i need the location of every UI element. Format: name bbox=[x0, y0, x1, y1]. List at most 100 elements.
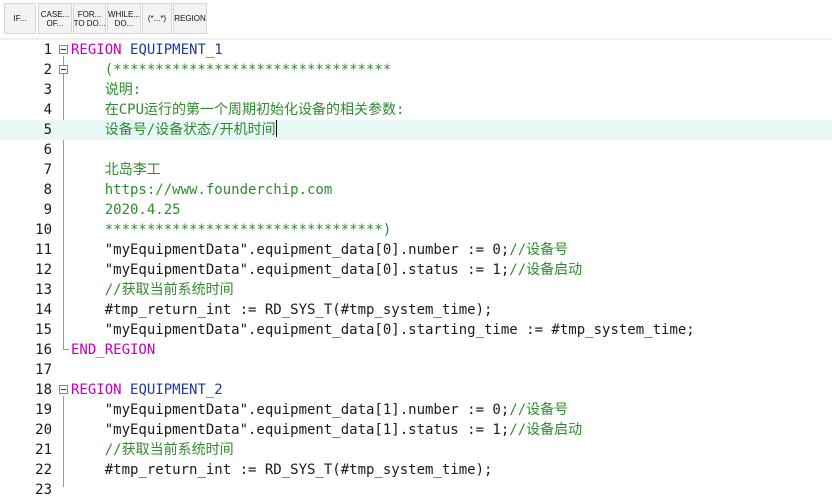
fold-collapse-icon[interactable] bbox=[59, 45, 68, 54]
code-line: 22 #tmp_return_int := RD_SYS_T(#tmp_syst… bbox=[0, 460, 832, 480]
code-text: "myEquipmentData".equipment_data[0].stat… bbox=[71, 260, 582, 280]
keyword-region: REGION bbox=[71, 382, 131, 398]
comment-text: //获取当前系统时间 bbox=[71, 282, 234, 298]
line-number: 3 bbox=[43, 82, 52, 98]
line-number: 11 bbox=[35, 242, 52, 258]
line-number: 6 bbox=[43, 142, 52, 158]
comment-text: //获取当前系统时间 bbox=[71, 442, 234, 458]
code-line: 23 bbox=[0, 480, 832, 500]
line-number: 7 bbox=[43, 162, 52, 178]
line-number: 15 bbox=[35, 322, 52, 338]
code-line: 17 bbox=[0, 360, 832, 380]
while-snippet-label-2: DO... bbox=[114, 18, 134, 28]
for-to-do-snippet-button[interactable]: FOR... TO DO... bbox=[73, 3, 106, 34]
case-snippet-label-2: OF... bbox=[46, 18, 64, 28]
line-number: 17 bbox=[35, 362, 52, 378]
code-line: 9 2020.4.25 bbox=[0, 200, 832, 220]
code-line: 2 (********************************* bbox=[0, 60, 832, 80]
code-line: 14 #tmp_return_int := RD_SYS_T(#tmp_syst… bbox=[0, 300, 832, 320]
statement-text: "myEquipmentData".equipment_data[1].stat… bbox=[71, 422, 510, 438]
code-line: 16 END_REGION bbox=[0, 340, 832, 360]
line-number: 9 bbox=[43, 202, 52, 218]
code-line: 3 说明: bbox=[0, 80, 832, 100]
code-line: 6 bbox=[0, 140, 832, 160]
comment-snippet-button[interactable]: (*...*) bbox=[142, 3, 172, 34]
inline-comment: //设备号 bbox=[509, 402, 569, 418]
code-line: 19 "myEquipmentData".equipment_data[1].n… bbox=[0, 400, 832, 420]
code-line: 4 在CPU运行的第一个周期初始化设备的相关参数: bbox=[0, 100, 832, 120]
code-line: 8 https://www.founderchip.com bbox=[0, 180, 832, 200]
statement-text: #tmp_return_int := RD_SYS_T(#tmp_system_… bbox=[71, 462, 493, 478]
line-number: 1 bbox=[43, 42, 52, 58]
code-line: 13 //获取当前系统时间 bbox=[0, 280, 832, 300]
for-snippet-label-2: TO DO... bbox=[73, 18, 106, 28]
code-line: 7 北岛李工 bbox=[0, 160, 832, 180]
inline-comment: //设备启动 bbox=[509, 262, 583, 278]
fold-collapse-icon[interactable] bbox=[59, 385, 68, 394]
code-text: "myEquipmentData".equipment_data[1].numb… bbox=[71, 400, 568, 420]
line-number: 21 bbox=[35, 442, 52, 458]
text-caret bbox=[275, 120, 277, 137]
statement-text: "myEquipmentData".equipment_data[0].stat… bbox=[71, 262, 510, 278]
case-of-snippet-button[interactable]: CASE... OF... bbox=[38, 3, 72, 34]
inline-comment: //设备启动 bbox=[509, 422, 583, 438]
comment-text: 说明: bbox=[71, 82, 142, 98]
statement-text: "myEquipmentData".equipment_data[1].numb… bbox=[71, 402, 510, 418]
line-number: 20 bbox=[35, 422, 52, 438]
comment-text: 2020.4.25 bbox=[71, 202, 181, 218]
while-snippet-label-1: WHILE... bbox=[108, 9, 141, 19]
line-number: 16 bbox=[35, 342, 52, 358]
region-snippet-label: REGION bbox=[174, 14, 206, 23]
line-number: 10 bbox=[35, 222, 52, 238]
code-line: 10 *********************************) bbox=[0, 220, 832, 240]
line-number: 13 bbox=[35, 282, 52, 298]
region-name: EQUIPMENT_1 bbox=[130, 42, 223, 58]
line-number: 4 bbox=[43, 102, 52, 118]
line-number: 8 bbox=[43, 182, 52, 198]
comment-text: https://www.founderchip.com bbox=[71, 182, 333, 198]
inline-comment: //设备号 bbox=[509, 242, 569, 258]
line-number: 14 bbox=[35, 302, 52, 318]
code-editor[interactable]: 1 REGION EQUIPMENT_1 2 (****************… bbox=[0, 40, 832, 498]
line-number: 18 bbox=[35, 382, 52, 398]
for-snippet-label-1: FOR... bbox=[77, 9, 102, 19]
statement-text: "myEquipmentData".equipment_data[0].star… bbox=[71, 322, 695, 338]
comment-snippet-label: (*...*) bbox=[147, 14, 167, 23]
while-do-snippet-button[interactable]: WHILE... DO... bbox=[107, 3, 141, 34]
code-text: "myEquipmentData".equipment_data[0].numb… bbox=[71, 240, 568, 260]
code-line: 1 REGION EQUIPMENT_1 bbox=[0, 40, 832, 60]
code-text: "myEquipmentData".equipment_data[1].stat… bbox=[71, 420, 582, 440]
keyword-end-region: END_REGION bbox=[71, 342, 156, 358]
toolbar: IF... CASE... OF... FOR... TO DO... WHIL… bbox=[0, 0, 832, 39]
code-line: 21 //获取当前系统时间 bbox=[0, 440, 832, 460]
code-text: REGION EQUIPMENT_1 bbox=[71, 40, 223, 60]
statement-text: "myEquipmentData".equipment_data[0].numb… bbox=[71, 242, 510, 258]
active-code-line: 5 设备号/设备状态/开机时间 bbox=[0, 120, 832, 140]
line-number: 2 bbox=[43, 62, 52, 78]
region-name: EQUIPMENT_2 bbox=[130, 382, 223, 398]
comment-text: 在CPU运行的第一个周期初始化设备的相关参数: bbox=[71, 102, 405, 118]
code-line: 15 "myEquipmentData".equipment_data[0].s… bbox=[0, 320, 832, 340]
comment-text: (********************************* bbox=[71, 62, 392, 78]
if-snippet-label: IF... bbox=[13, 14, 27, 23]
comment-text: *********************************) bbox=[71, 222, 392, 238]
code-text: REGION EQUIPMENT_2 bbox=[71, 380, 223, 400]
line-number: 22 bbox=[35, 462, 52, 478]
fold-collapse-icon[interactable] bbox=[59, 65, 68, 74]
region-snippet-button[interactable]: REGION bbox=[173, 3, 207, 34]
line-number: 19 bbox=[35, 402, 52, 418]
code-line: 12 "myEquipmentData".equipment_data[0].s… bbox=[0, 260, 832, 280]
case-snippet-label-1: CASE... bbox=[40, 9, 70, 19]
line-number: 23 bbox=[35, 482, 52, 498]
if-snippet-button[interactable]: IF... bbox=[4, 3, 36, 34]
keyword-region: REGION bbox=[71, 42, 131, 58]
line-number: 5 bbox=[43, 122, 52, 138]
code-line: 11 "myEquipmentData".equipment_data[0].n… bbox=[0, 240, 832, 260]
code-line: 20 "myEquipmentData".equipment_data[1].s… bbox=[0, 420, 832, 440]
comment-text: 北岛李工 bbox=[71, 162, 161, 178]
code-line: 18 REGION EQUIPMENT_2 bbox=[0, 380, 832, 400]
line-number: 12 bbox=[35, 262, 52, 278]
comment-text: 设备号/设备状态/开机时间 bbox=[71, 122, 276, 138]
code-text: 设备号/设备状态/开机时间 bbox=[71, 120, 277, 140]
statement-text: #tmp_return_int := RD_SYS_T(#tmp_system_… bbox=[71, 302, 493, 318]
